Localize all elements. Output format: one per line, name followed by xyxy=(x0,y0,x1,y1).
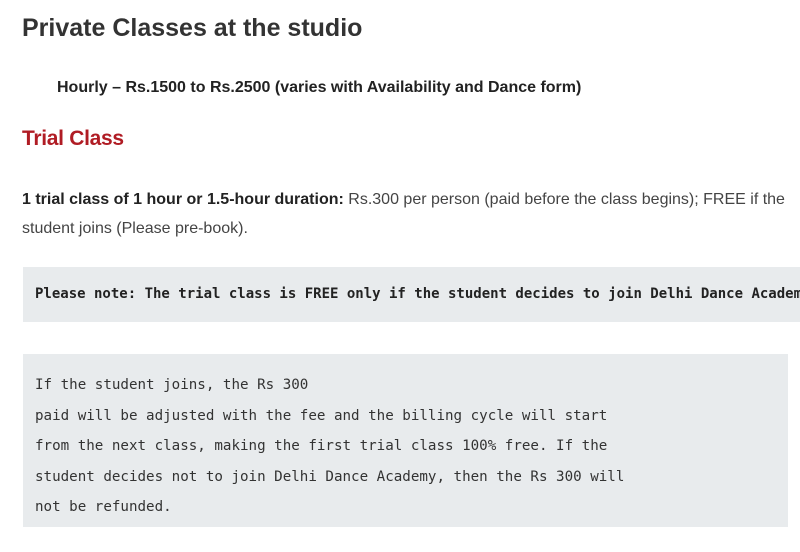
trial-note-box[interactable]: Please note: The trial class is FREE onl… xyxy=(23,267,800,322)
detail-line: If the student joins, the Rs 300 xyxy=(35,377,309,393)
trial-class-description: 1 trial class of 1 hour or 1.5-hour dura… xyxy=(22,185,792,243)
private-classes-heading: Private Classes at the studio xyxy=(22,14,363,42)
trial-class-heading: Trial Class xyxy=(22,127,124,150)
trial-fee-detail-box: If the student joins, the Rs 300 paid wil… xyxy=(23,354,788,527)
trial-class-duration-label: 1 trial class of 1 hour or 1.5-hour dura… xyxy=(22,191,344,208)
detail-line: paid will be adjusted with the fee and t… xyxy=(35,407,608,424)
detail-line: from the next class, making the first tr… xyxy=(35,438,608,454)
detail-line: not be refunded. xyxy=(35,499,172,515)
detail-line: student decides not to join Delhi Dance … xyxy=(35,468,625,485)
trial-fee-detail-text: If the student joins, the Rs 300 paid wil… xyxy=(35,370,624,523)
hourly-pricing-text: Hourly – Rs.1500 to Rs.2500 (varies with… xyxy=(57,79,582,96)
trial-note-text: Please note: The trial class is FREE onl… xyxy=(35,286,800,302)
